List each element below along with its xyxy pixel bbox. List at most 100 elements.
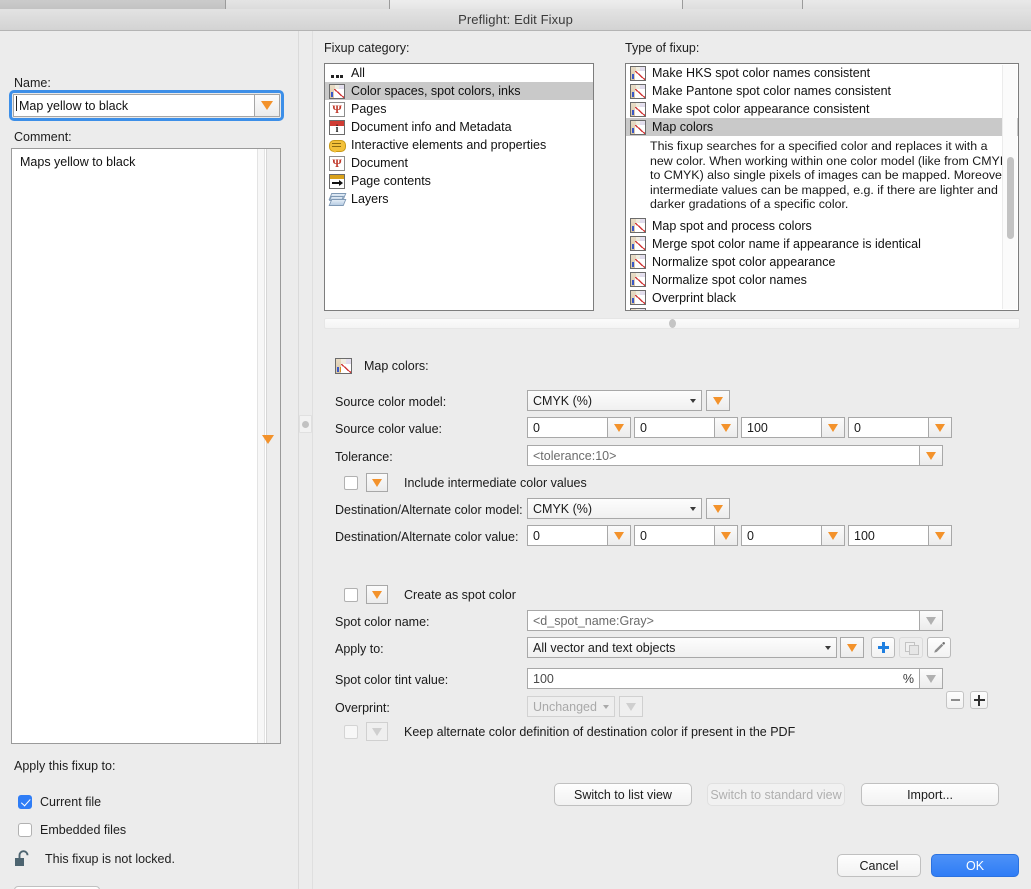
- destination-color-m-input[interactable]: 0: [634, 525, 714, 546]
- ok-button[interactable]: OK: [931, 854, 1019, 877]
- switch-to-standard-view-button[interactable]: Switch to standard view: [707, 783, 845, 806]
- current-file-checkbox-row[interactable]: Current file: [18, 795, 101, 809]
- source-color-model-label: Source color model:: [335, 395, 447, 409]
- spot-color-tint-label: Spot color tint value:: [335, 673, 449, 687]
- destination-color-y-group[interactable]: 0: [741, 525, 845, 546]
- source-color-model-select[interactable]: CMYK (%): [527, 390, 702, 411]
- overprint-select[interactable]: Unchanged: [527, 696, 615, 717]
- source-color-y-variable-button[interactable]: [821, 417, 845, 438]
- add-condition-button[interactable]: [970, 691, 988, 709]
- vertical-splitter-handle[interactable]: [299, 415, 312, 433]
- name-field-group[interactable]: [9, 90, 284, 121]
- destination-color-c-input[interactable]: 0: [527, 525, 607, 546]
- triangle-down-icon: [828, 531, 838, 540]
- source-color-y-input[interactable]: 100: [741, 417, 821, 438]
- name-input[interactable]: [13, 94, 254, 117]
- switch-to-list-view-button[interactable]: Switch to list view: [554, 783, 692, 806]
- create-as-spot-color-variable-button[interactable]: [366, 585, 388, 604]
- copy-icon: [904, 641, 919, 655]
- destination-color-m-variable-button[interactable]: [714, 525, 738, 546]
- source-color-k-group[interactable]: 0: [848, 417, 952, 438]
- checkbox-checked-icon[interactable]: [18, 795, 32, 809]
- apply-to-control[interactable]: All vector and text objects: [527, 637, 951, 658]
- destination-color-y-input[interactable]: 0: [741, 525, 821, 546]
- spot-color-tint-variable-button[interactable]: [919, 668, 943, 689]
- create-as-spot-color-checkbox[interactable]: [344, 587, 358, 602]
- source-color-y-group[interactable]: 100: [741, 417, 845, 438]
- source-color-k-input[interactable]: 0: [848, 417, 928, 438]
- import-button[interactable]: Import...: [861, 783, 999, 806]
- overprint-variable-button[interactable]: [619, 696, 643, 717]
- embedded-files-label: Embedded files: [40, 823, 127, 837]
- background-window-strip: [0, 0, 226, 9]
- source-color-c-group[interactable]: 0: [527, 417, 631, 438]
- source-color-k-variable-button[interactable]: [928, 417, 952, 438]
- destination-color-m-group[interactable]: 0: [634, 525, 738, 546]
- apply-to-variable-button[interactable]: [840, 637, 864, 658]
- source-color-model-control[interactable]: CMYK (%): [527, 390, 730, 411]
- lock-status-row: This fixup is not locked.: [14, 849, 175, 869]
- duplicate-button[interactable]: [899, 637, 923, 658]
- destination-color-k-variable-button[interactable]: [928, 525, 952, 546]
- destination-color-model-variable-button[interactable]: [706, 498, 730, 519]
- destination-color-k-group[interactable]: 100: [848, 525, 952, 546]
- triangle-down-icon: [713, 504, 723, 513]
- triangle-down-icon: [828, 423, 838, 432]
- unlocked-padlock-icon[interactable]: [14, 849, 33, 869]
- map-colors-form: Map colors: Source color model: CMYK (%)…: [313, 31, 1031, 889]
- keep-alternate-variable-button[interactable]: [366, 722, 388, 741]
- form-heading: Map colors:: [364, 359, 429, 373]
- source-color-value-controls[interactable]: 0 0 100 0: [527, 417, 952, 438]
- panel-divider: [298, 31, 299, 889]
- edit-button[interactable]: [927, 637, 951, 658]
- destination-color-k-input[interactable]: 100: [848, 525, 928, 546]
- tolerance-control[interactable]: <tolerance:10>: [527, 445, 943, 466]
- spot-color-name-control[interactable]: <d_spot_name:Gray>: [527, 610, 943, 631]
- name-dropdown-button[interactable]: [254, 94, 280, 117]
- destination-color-y-variable-button[interactable]: [821, 525, 845, 546]
- include-intermediate-checkbox[interactable]: [344, 475, 358, 490]
- destination-color-value-controls[interactable]: 0 0 0 100: [527, 525, 952, 546]
- background-window-strip: [226, 0, 390, 9]
- spot-color-tint-input[interactable]: 100 %: [527, 668, 919, 689]
- create-as-spot-color-row[interactable]: Create as spot color: [344, 585, 516, 604]
- source-color-m-variable-button[interactable]: [714, 417, 738, 438]
- chevron-down-icon: [825, 645, 831, 650]
- cancel-button[interactable]: Cancel: [837, 854, 921, 877]
- include-intermediate-variable-button[interactable]: [366, 473, 388, 492]
- tolerance-variable-button[interactable]: [919, 445, 943, 466]
- source-color-model-variable-button[interactable]: [706, 390, 730, 411]
- tolerance-input[interactable]: <tolerance:10>: [527, 445, 919, 466]
- comment-textarea[interactable]: Maps yellow to black: [11, 148, 281, 744]
- triangle-down-icon: [721, 423, 731, 432]
- overprint-control[interactable]: Unchanged: [527, 696, 643, 717]
- include-intermediate-row[interactable]: Include intermediate color values: [344, 473, 587, 492]
- spot-color-tint-control[interactable]: 100 %: [527, 668, 943, 689]
- checkbox-unchecked-icon[interactable]: [18, 823, 32, 837]
- keep-alternate-row[interactable]: Keep alternate color definition of desti…: [344, 722, 795, 741]
- chevron-down-icon: [690, 398, 696, 403]
- keep-alternate-checkbox[interactable]: [344, 724, 358, 739]
- apply-to-select[interactable]: All vector and text objects: [527, 637, 837, 658]
- destination-color-model-control[interactable]: CMYK (%): [527, 498, 730, 519]
- source-color-m-input[interactable]: 0: [634, 417, 714, 438]
- window-title-bar[interactable]: Preflight: Edit Fixup: [0, 9, 1031, 31]
- embedded-files-checkbox-row[interactable]: Embedded files: [18, 823, 126, 837]
- destination-color-model-select[interactable]: CMYK (%): [527, 498, 702, 519]
- triangle-down-icon: [372, 590, 382, 599]
- add-button[interactable]: [871, 637, 895, 658]
- source-color-m-group[interactable]: 0: [634, 417, 738, 438]
- remove-condition-button[interactable]: [946, 691, 964, 709]
- background-window-strip: [683, 0, 803, 9]
- comment-dropdown-trigger[interactable]: [262, 435, 274, 458]
- spot-color-name-input[interactable]: <d_spot_name:Gray>: [527, 610, 919, 631]
- destination-color-c-group[interactable]: 0: [527, 525, 631, 546]
- destination-color-c-variable-button[interactable]: [607, 525, 631, 546]
- overprint-label: Overprint:: [335, 701, 390, 715]
- spot-color-name-variable-button[interactable]: [919, 610, 943, 631]
- comment-scrollbars[interactable]: [242, 149, 280, 743]
- name-label: Name:: [14, 76, 51, 90]
- source-color-c-variable-button[interactable]: [607, 417, 631, 438]
- source-color-c-input[interactable]: 0: [527, 417, 607, 438]
- create-as-spot-color-label: Create as spot color: [404, 587, 516, 602]
